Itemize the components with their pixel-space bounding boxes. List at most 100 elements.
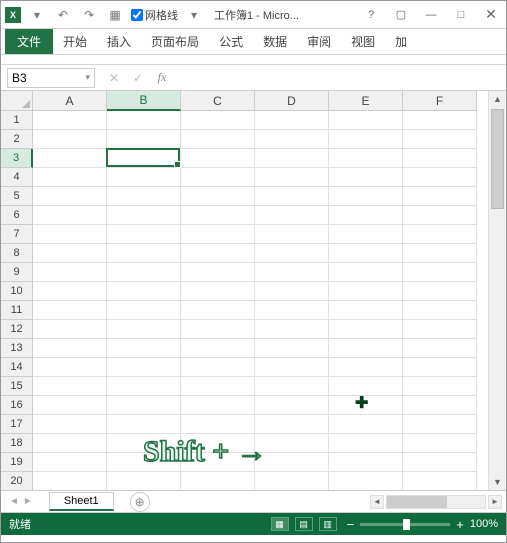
- cell-D11[interactable]: [255, 301, 329, 320]
- ribbon-options-button[interactable]: ▢: [386, 1, 416, 29]
- cell-A16[interactable]: [33, 396, 107, 415]
- row-header-8[interactable]: 8: [1, 244, 33, 263]
- cell-A3[interactable]: [33, 149, 107, 168]
- horizontal-scrollbar[interactable]: [386, 495, 486, 509]
- cell-F19[interactable]: [403, 453, 477, 472]
- row-header-18[interactable]: 18: [1, 434, 33, 453]
- cell-E15[interactable]: [329, 377, 403, 396]
- cell-F10[interactable]: [403, 282, 477, 301]
- cell-F16[interactable]: [403, 396, 477, 415]
- cell-E6[interactable]: [329, 206, 403, 225]
- cell-F4[interactable]: [403, 168, 477, 187]
- cell-C17[interactable]: [181, 415, 255, 434]
- cell-B19[interactable]: [107, 453, 181, 472]
- view-page-break-button[interactable]: ▥: [319, 517, 337, 531]
- cell-C19[interactable]: [181, 453, 255, 472]
- view-page-layout-button[interactable]: ▤: [295, 517, 313, 531]
- tab-layout[interactable]: 页面布局: [141, 29, 209, 54]
- cell-D7[interactable]: [255, 225, 329, 244]
- cell-C6[interactable]: [181, 206, 255, 225]
- row-header-20[interactable]: 20: [1, 472, 33, 491]
- undo-button[interactable]: ↶: [53, 5, 73, 25]
- tab-review[interactable]: 审阅: [297, 29, 341, 54]
- cell-A17[interactable]: [33, 415, 107, 434]
- cell-C8[interactable]: [181, 244, 255, 263]
- cell-E19[interactable]: [329, 453, 403, 472]
- zoom-slider-knob[interactable]: [403, 519, 410, 530]
- cell-F11[interactable]: [403, 301, 477, 320]
- row-header-6[interactable]: 6: [1, 206, 33, 225]
- cell-D3[interactable]: [255, 149, 329, 168]
- cell-A10[interactable]: [33, 282, 107, 301]
- cell-A11[interactable]: [33, 301, 107, 320]
- cell-A9[interactable]: [33, 263, 107, 282]
- cell-B20[interactable]: [107, 472, 181, 491]
- cell-A14[interactable]: [33, 358, 107, 377]
- name-box[interactable]: B3 ▾: [7, 68, 95, 88]
- row-header-19[interactable]: 19: [1, 453, 33, 472]
- row-header-10[interactable]: 10: [1, 282, 33, 301]
- cell-E3[interactable]: [329, 149, 403, 168]
- vscroll-thumb[interactable]: [491, 109, 504, 209]
- cell-C9[interactable]: [181, 263, 255, 282]
- cell-D9[interactable]: [255, 263, 329, 282]
- cell-E4[interactable]: [329, 168, 403, 187]
- cell-A13[interactable]: [33, 339, 107, 358]
- cell-B12[interactable]: [107, 320, 181, 339]
- column-header-B[interactable]: B: [107, 91, 181, 111]
- cell-E2[interactable]: [329, 130, 403, 149]
- cell-B3[interactable]: [107, 149, 181, 168]
- help-button[interactable]: ?: [356, 1, 386, 29]
- cell-E17[interactable]: [329, 415, 403, 434]
- name-box-dropdown-icon[interactable]: ▾: [85, 72, 90, 83]
- cell-C12[interactable]: [181, 320, 255, 339]
- cell-E13[interactable]: [329, 339, 403, 358]
- cell-F12[interactable]: [403, 320, 477, 339]
- cell-A2[interactable]: [33, 130, 107, 149]
- cell-D10[interactable]: [255, 282, 329, 301]
- table-icon[interactable]: ▦: [105, 5, 125, 25]
- maximize-button[interactable]: □: [446, 1, 476, 29]
- cell-B9[interactable]: [107, 263, 181, 282]
- tab-data[interactable]: 数据: [253, 29, 297, 54]
- cell-C7[interactable]: [181, 225, 255, 244]
- file-tab[interactable]: 文件: [5, 29, 53, 54]
- cell-D8[interactable]: [255, 244, 329, 263]
- save-icon[interactable]: ▾: [27, 5, 47, 25]
- cell-C14[interactable]: [181, 358, 255, 377]
- cell-D14[interactable]: [255, 358, 329, 377]
- cell-D20[interactable]: [255, 472, 329, 491]
- cell-B4[interactable]: [107, 168, 181, 187]
- cell-C10[interactable]: [181, 282, 255, 301]
- row-header-9[interactable]: 9: [1, 263, 33, 282]
- cell-F5[interactable]: [403, 187, 477, 206]
- cell-E1[interactable]: [329, 111, 403, 130]
- cell-D19[interactable]: [255, 453, 329, 472]
- cell-E14[interactable]: [329, 358, 403, 377]
- cell-D16[interactable]: [255, 396, 329, 415]
- column-header-F[interactable]: F: [403, 91, 477, 111]
- row-header-11[interactable]: 11: [1, 301, 33, 320]
- minimize-button[interactable]: —: [416, 1, 446, 29]
- tab-insert[interactable]: 插入: [97, 29, 141, 54]
- cell-B18[interactable]: [107, 434, 181, 453]
- cell-C2[interactable]: [181, 130, 255, 149]
- cell-A8[interactable]: [33, 244, 107, 263]
- cell-A12[interactable]: [33, 320, 107, 339]
- qat-dropdown[interactable]: ▾: [184, 5, 204, 25]
- cell-E10[interactable]: [329, 282, 403, 301]
- cell-F20[interactable]: [403, 472, 477, 491]
- cell-B11[interactable]: [107, 301, 181, 320]
- cell-C5[interactable]: [181, 187, 255, 206]
- cell-B7[interactable]: [107, 225, 181, 244]
- cell-C4[interactable]: [181, 168, 255, 187]
- cell-B15[interactable]: [107, 377, 181, 396]
- sheet-nav-prev[interactable]: ◄: [9, 496, 19, 507]
- tab-home[interactable]: 开始: [53, 29, 97, 54]
- cell-A19[interactable]: [33, 453, 107, 472]
- row-header-5[interactable]: 5: [1, 187, 33, 206]
- cell-C15[interactable]: [181, 377, 255, 396]
- row-header-1[interactable]: 1: [1, 111, 33, 130]
- cell-B17[interactable]: [107, 415, 181, 434]
- cell-D1[interactable]: [255, 111, 329, 130]
